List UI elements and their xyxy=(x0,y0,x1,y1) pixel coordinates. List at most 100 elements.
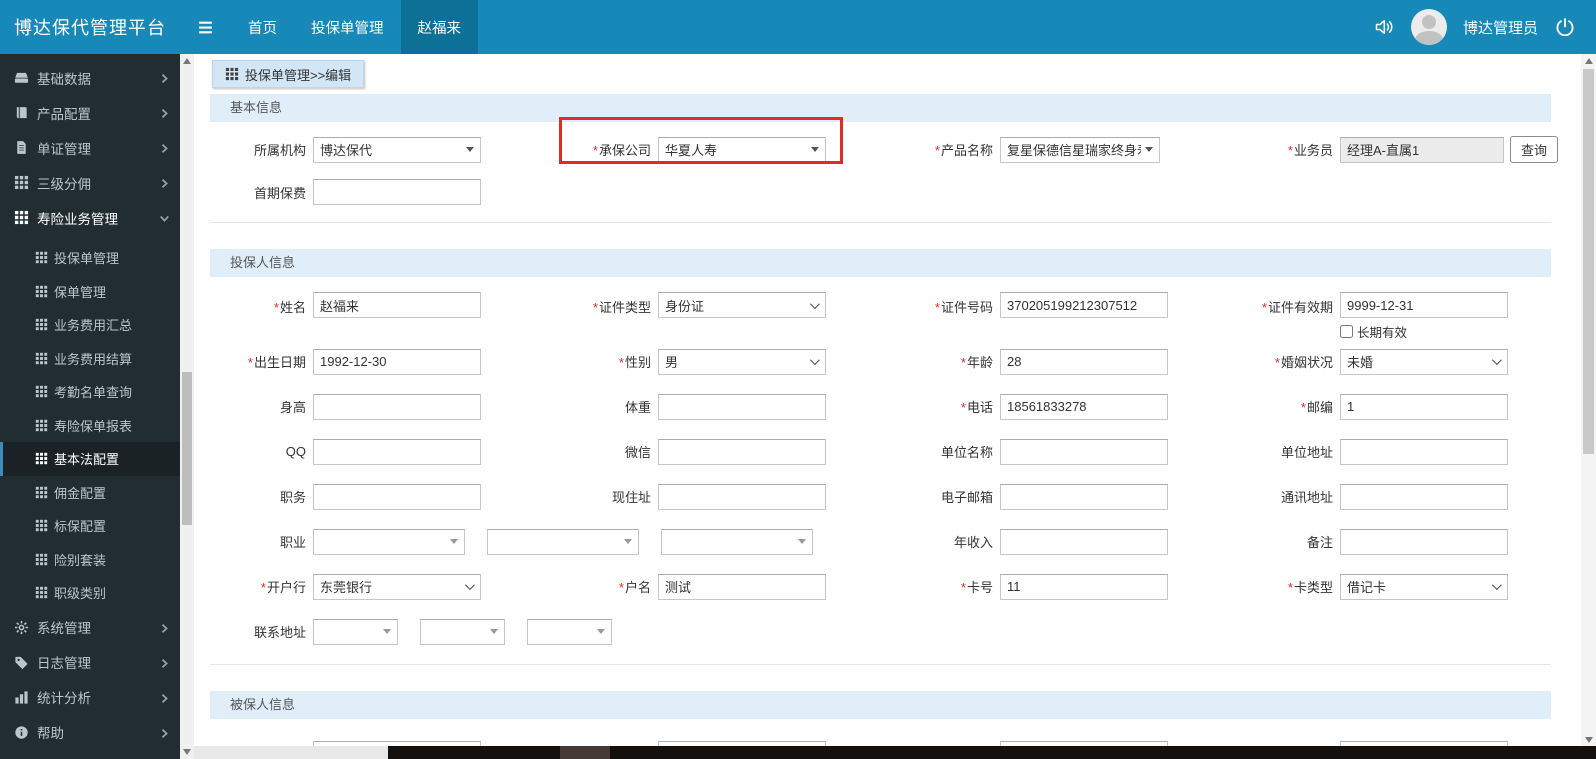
sidebar-item-standard-premium-config[interactable]: 标保配置 xyxy=(0,509,180,543)
field-label-text: 姓名 xyxy=(279,300,306,315)
job-title-input[interactable] xyxy=(313,483,481,510)
contact-address-select-2[interactable] xyxy=(420,618,505,645)
avatar[interactable] xyxy=(1410,9,1447,45)
field-label-text: 证件号码 xyxy=(940,300,993,315)
field-label-text: 职务 xyxy=(279,490,306,505)
field-holder-name: *姓名 xyxy=(210,291,555,318)
scroll-down-arrow[interactable] xyxy=(1584,737,1593,743)
company-address-input[interactable] xyxy=(1340,438,1508,465)
sidebar-item-life-policy-report[interactable]: 寿险保单报表 xyxy=(0,409,180,443)
sidebar-item-basic-law-config[interactable]: 基本法配置 xyxy=(0,442,180,476)
id-type-select[interactable]: 身份证 xyxy=(658,292,826,318)
first-premium-input[interactable] xyxy=(313,179,481,205)
sidebar-item-label: 单证管理 xyxy=(37,141,91,157)
volume-icon[interactable] xyxy=(1373,16,1395,38)
remarks-input[interactable] xyxy=(1340,528,1508,555)
id-expiry-input[interactable] xyxy=(1340,292,1508,318)
scroll-up-arrow[interactable] xyxy=(183,58,191,64)
chevron-down-icon xyxy=(464,580,475,591)
scroll-down-arrow[interactable] xyxy=(183,749,191,755)
current-user-name[interactable]: 博达管理员 xyxy=(1463,17,1538,38)
email-input[interactable] xyxy=(1000,483,1168,510)
org-select[interactable]: 博达保代 xyxy=(313,136,481,163)
sidebar-item-policy-mgmt[interactable]: 保单管理 xyxy=(0,275,180,309)
sidebar-item-three-level-commission[interactable]: 三级分佣 xyxy=(0,165,180,200)
main-scrollbar-thumb[interactable] xyxy=(1583,69,1594,454)
sidebar-item-risk-package[interactable]: 险别套装 xyxy=(0,543,180,577)
field-label: *性别 xyxy=(555,352,658,371)
field-label-text: 开户行 xyxy=(266,580,306,595)
agent-input[interactable] xyxy=(1340,136,1504,163)
nav-zhaofulai-tab[interactable]: 赵福来 xyxy=(400,0,478,54)
annual-income-input[interactable] xyxy=(1000,528,1168,555)
height-input[interactable] xyxy=(313,393,481,420)
qq-input[interactable] xyxy=(313,438,481,465)
phone-input[interactable] xyxy=(1000,393,1168,420)
product-select[interactable]: 复星保德信星瑞家终身寿险 xyxy=(1000,136,1160,163)
sidebar-item-document-mgmt[interactable]: 单证管理 xyxy=(0,130,180,165)
card-number-input[interactable] xyxy=(1000,573,1168,600)
form-row: *开户行东莞银行*户名*卡号*卡类型借记卡 xyxy=(210,564,1551,609)
sidebar-item-business-fee-summary[interactable]: 业务费用汇总 xyxy=(0,308,180,342)
sidebar-item-base-data[interactable]: 基础数据 xyxy=(0,60,180,95)
field-zip-code: *邮编 xyxy=(1237,393,1565,420)
sidebar-item-stats-analysis[interactable]: 统计分析 xyxy=(0,680,180,715)
current-address-input[interactable] xyxy=(658,483,826,510)
main-scrollbar[interactable] xyxy=(1581,54,1596,759)
bank-select[interactable]: 东莞银行 xyxy=(313,573,481,600)
contact-address-select-3[interactable] xyxy=(527,618,612,645)
zip-code-input[interactable] xyxy=(1340,393,1508,420)
field-label: *年龄 xyxy=(897,352,1000,371)
sidebar-item-product-config[interactable]: 产品配置 xyxy=(0,95,180,130)
sidebar-item-commission-config[interactable]: 佣金配置 xyxy=(0,476,180,510)
power-icon[interactable] xyxy=(1554,16,1576,38)
contact-address-select-1[interactable] xyxy=(313,618,398,645)
occupation-select-2[interactable] xyxy=(487,528,639,555)
sidebar-item-label: 系统管理 xyxy=(37,621,91,636)
marital-status-select[interactable]: 未婚 xyxy=(1340,348,1508,375)
grid-icon xyxy=(35,553,48,566)
field-gender: *性别男 xyxy=(555,348,897,375)
sidebar-item-application-mgmt[interactable]: 投保单管理 xyxy=(0,241,180,275)
field-label: 单位名称 xyxy=(897,442,1000,461)
nav-application-mgmt[interactable]: 投保单管理 xyxy=(294,0,401,54)
field-label: 职务 xyxy=(210,487,313,506)
top-navbar: 博达保代管理平台 首页 投保单管理 赵福来 博达管理员 xyxy=(0,0,1596,54)
wechat-input[interactable] xyxy=(658,438,826,465)
sidebar-item-label: 日志管理 xyxy=(37,656,91,671)
sidebar-item-business-fee-settlement[interactable]: 业务费用结算 xyxy=(0,342,180,376)
sidebar-item-rank-category[interactable]: 职级类别 xyxy=(0,576,180,610)
scroll-up-arrow[interactable] xyxy=(1584,58,1593,64)
sidebar-item-label: 寿险保单报表 xyxy=(54,418,133,434)
card-type-select[interactable]: 借记卡 xyxy=(1340,573,1508,600)
sidebar-scrollbar[interactable] xyxy=(180,54,194,759)
insurer-select[interactable]: 华夏人寿 xyxy=(658,136,826,163)
id-expiry-longterm-checkbox[interactable] xyxy=(1340,325,1353,338)
occupation-select-3[interactable] xyxy=(661,528,813,555)
agent-query-button[interactable]: 查询 xyxy=(1510,136,1559,163)
form-row: *出生日期*性别男*年龄*婚姻状况未婚 xyxy=(210,339,1551,384)
form-row: 职业 年收入 备注 xyxy=(210,519,1551,564)
sidebar-toggle[interactable] xyxy=(180,0,231,54)
weight-input[interactable] xyxy=(658,393,826,420)
grid-icon xyxy=(35,385,48,398)
field-label: *产品名称 xyxy=(897,140,1000,159)
company-name-input[interactable] xyxy=(1000,438,1168,465)
birth-date-input[interactable] xyxy=(313,348,481,375)
sidebar-scrollbar-thumb[interactable] xyxy=(182,372,192,525)
field-occupation: 职业 xyxy=(210,528,897,555)
grid-icon xyxy=(35,519,48,532)
sidebar-item-log-mgmt[interactable]: 日志管理 xyxy=(0,645,180,680)
holder-name-input[interactable] xyxy=(313,292,481,318)
sidebar-item-life-insurance-mgmt[interactable]: 寿险业务管理 xyxy=(0,200,180,235)
mailing-address-input[interactable] xyxy=(1340,483,1508,510)
nav-home[interactable]: 首页 xyxy=(231,0,294,54)
occupation-select-1[interactable] xyxy=(313,528,465,555)
account-name-input[interactable] xyxy=(658,573,826,600)
sidebar-item-attendance-list-query[interactable]: 考勤名单查询 xyxy=(0,375,180,409)
age-input[interactable] xyxy=(1000,348,1168,375)
id-number-input[interactable] xyxy=(1000,292,1168,318)
sidebar-item-help[interactable]: 帮助 xyxy=(0,715,180,750)
gender-select[interactable]: 男 xyxy=(658,348,826,375)
sidebar-item-system-mgmt[interactable]: 系统管理 xyxy=(0,610,180,645)
